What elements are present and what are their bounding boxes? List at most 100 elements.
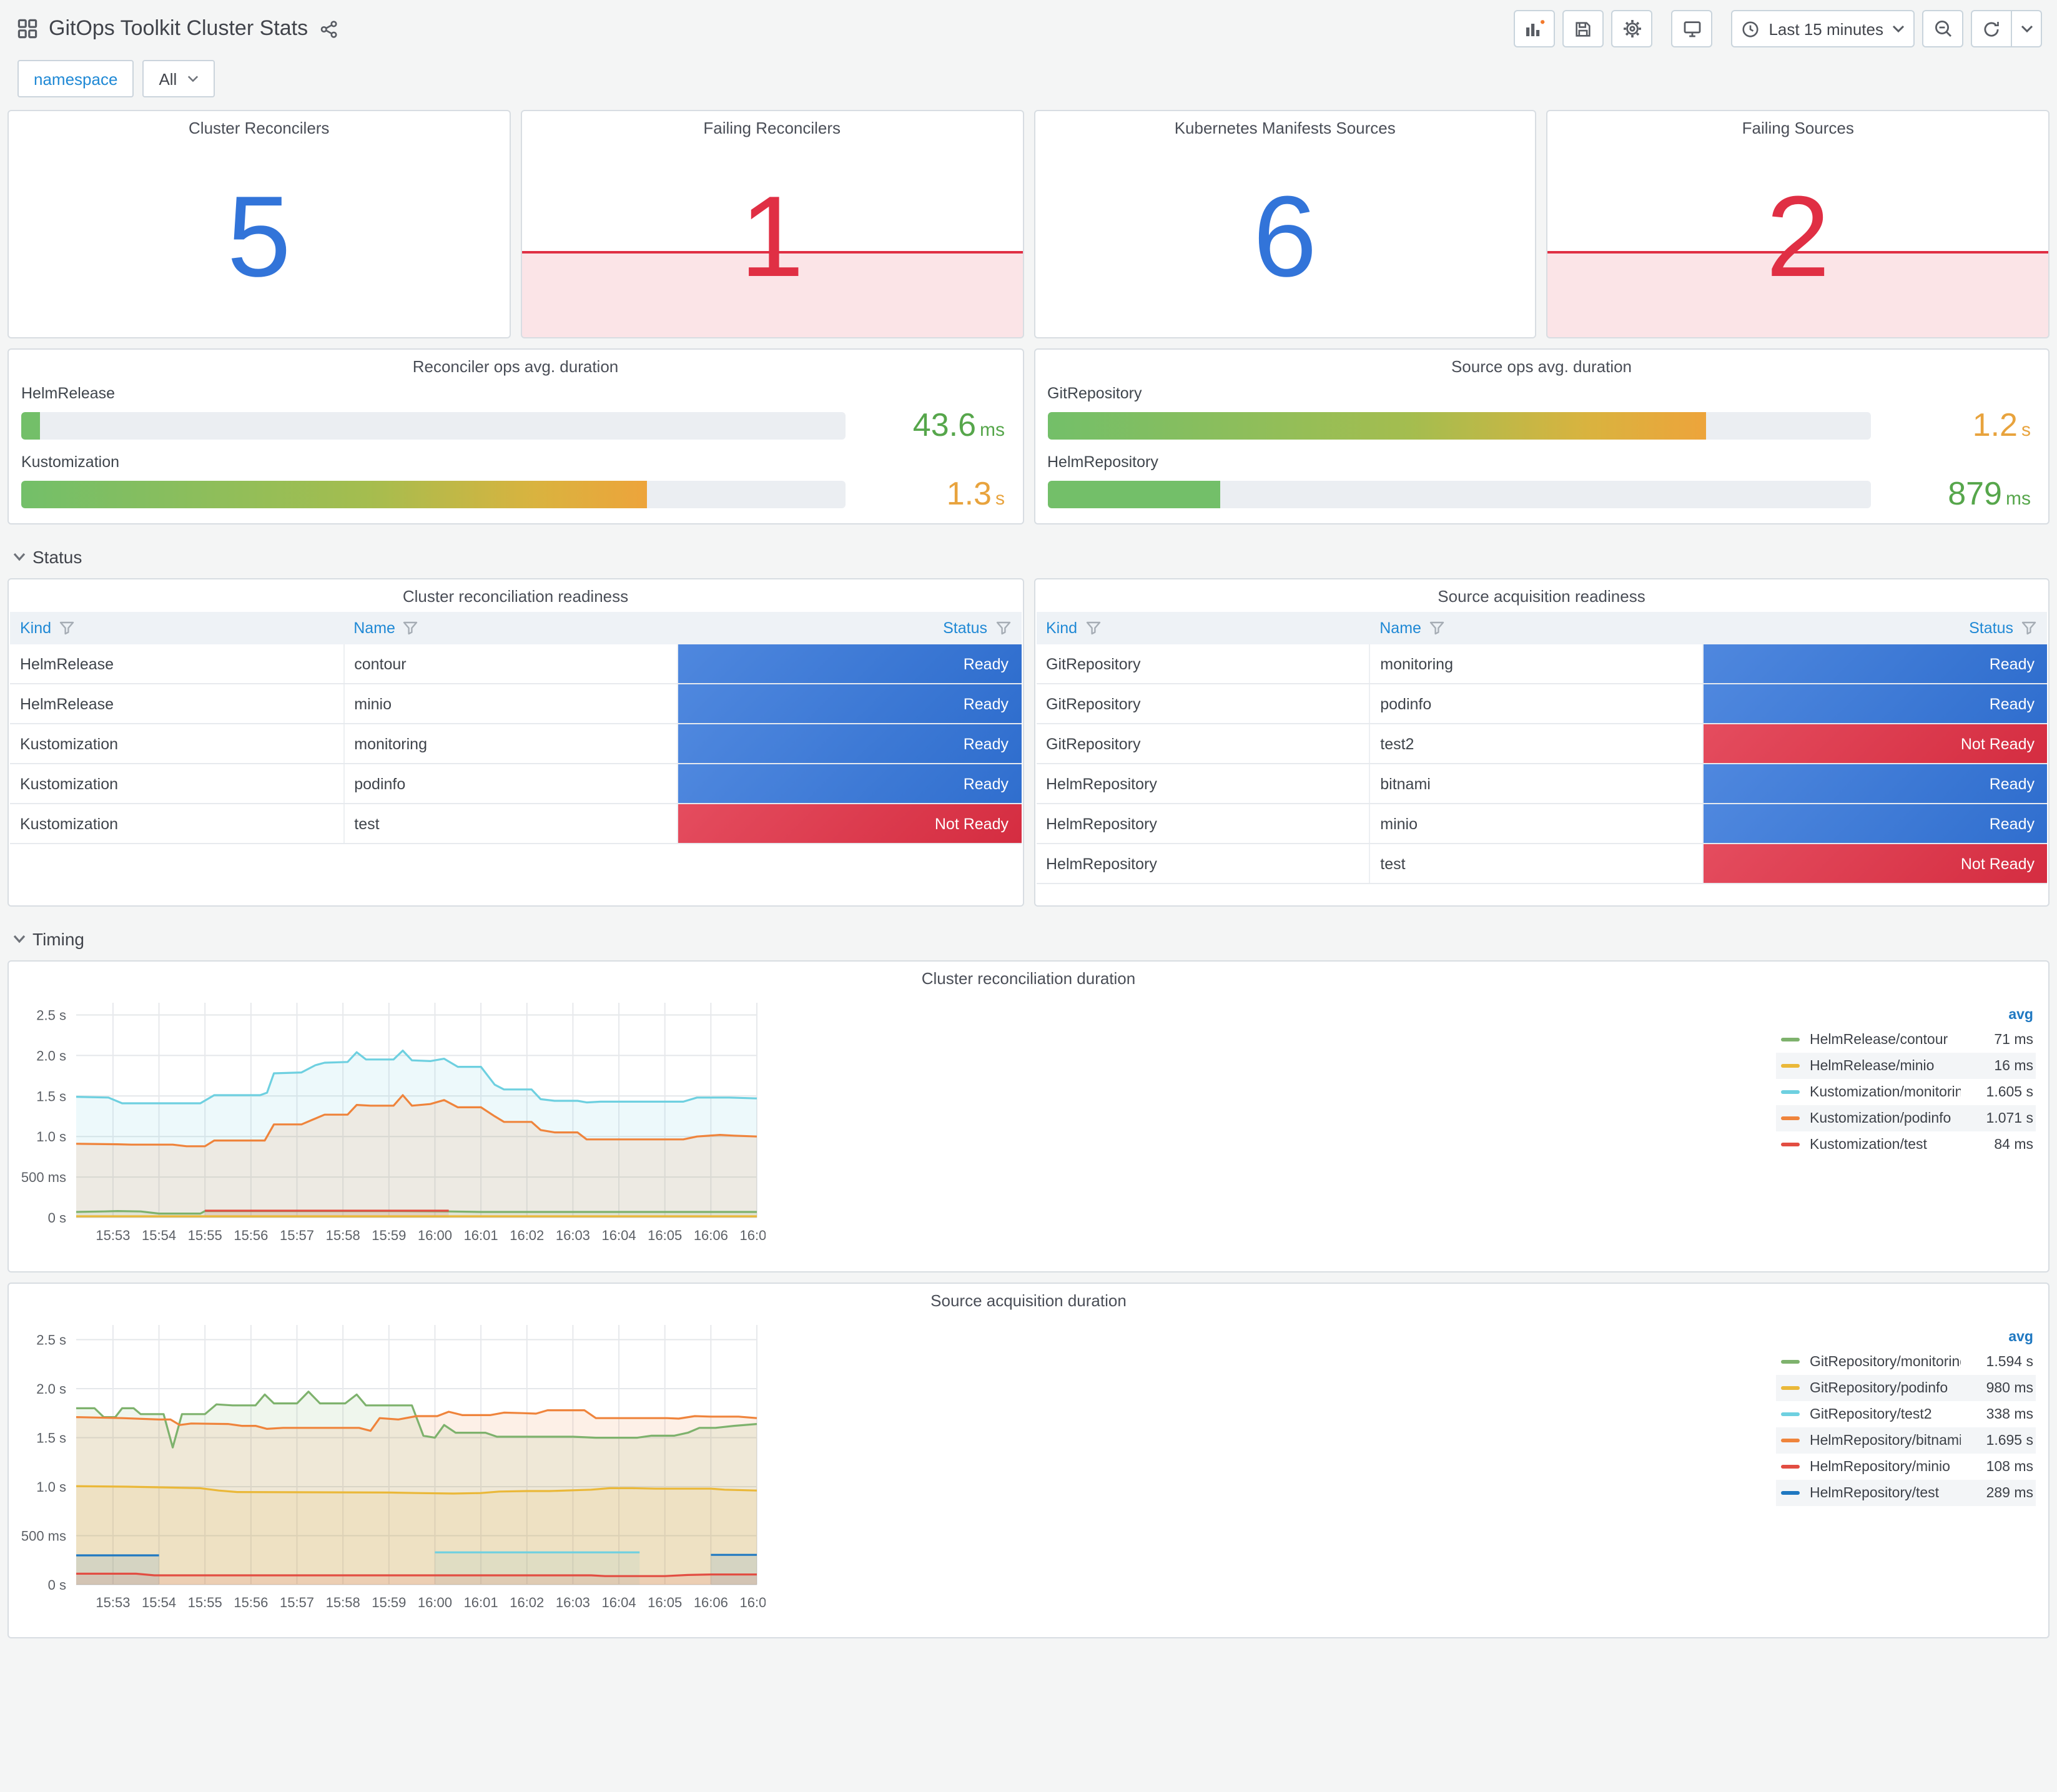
tables-row: Cluster reconciliation readiness Kind Nam… (7, 578, 2050, 907)
stat-value: 2 (1766, 174, 1830, 302)
status-badge: Ready (1704, 764, 2047, 803)
legend-series-mark-icon (1781, 1439, 1800, 1442)
clock-icon (1742, 21, 1759, 37)
table-panel-cluster-readiness: Cluster reconciliation readiness Kind Nam… (7, 578, 1024, 907)
namespace-variable-value[interactable]: All (142, 60, 215, 97)
time-range-label: Last 15 minutes (1768, 19, 1883, 38)
legend-avg-header[interactable]: avg (1776, 1327, 2036, 1349)
legend-series-avg: 338 ms (1986, 1407, 2033, 1422)
save-dashboard-button[interactable] (1562, 10, 1604, 47)
cycle-view-button[interactable] (1671, 10, 1713, 47)
legend-series-name[interactable]: Kustomization/monitoring (1810, 1085, 1961, 1100)
svg-text:16:06: 16:06 (694, 1595, 728, 1610)
column-header-kind[interactable]: Kind (10, 612, 344, 644)
add-panel-button[interactable] (1514, 10, 1556, 47)
panel-title[interactable]: Source acquisition readiness (1036, 579, 2047, 606)
cell-name: test (1369, 844, 1704, 884)
svg-text:15:54: 15:54 (142, 1228, 176, 1243)
column-header-status[interactable]: Status (677, 612, 1021, 644)
column-header-kind[interactable]: Kind (1036, 612, 1370, 644)
section-header-status[interactable]: Status (7, 534, 2050, 578)
svg-text:16:02: 16:02 (510, 1595, 544, 1610)
svg-text:16:07: 16:07 (739, 1595, 766, 1610)
cell-kind: HelmRepository (1036, 764, 1371, 804)
panel-title[interactable]: Cluster reconciliation duration (16, 962, 2041, 988)
stat-panel-cluster-reconcilers: Cluster Reconcilers 5 (7, 110, 511, 338)
table-row: Kustomization test Not Ready (10, 804, 1021, 844)
stat-value: 5 (227, 174, 291, 302)
legend-series-avg: 289 ms (1986, 1485, 2033, 1500)
legend-avg-header[interactable]: avg (1776, 1005, 2036, 1026)
legend-series-name[interactable]: Kustomization/podinfo (1810, 1111, 1961, 1126)
panel-title[interactable]: Source ops avg. duration (1047, 350, 2036, 376)
apps-grid-icon[interactable] (17, 19, 37, 39)
column-header-name[interactable]: Name (343, 612, 678, 644)
legend-series-name[interactable]: HelmRepository/minio (1810, 1459, 1961, 1474)
cell-kind: GitRepository (1036, 724, 1371, 764)
legend-series-name[interactable]: HelmRepository/test (1810, 1485, 1961, 1500)
cell-status: Ready (677, 684, 1021, 724)
filter-funnel-icon[interactable] (403, 621, 419, 636)
filter-funnel-icon[interactable] (995, 621, 1011, 636)
cell-name: test (343, 804, 678, 844)
panel-title[interactable]: Reconciler ops avg. duration (21, 350, 1010, 376)
legend-series-mark-icon (1781, 1386, 1800, 1390)
panel-title[interactable]: Cluster reconciliation readiness (10, 579, 1021, 606)
svg-text:2.0 s: 2.0 s (36, 1048, 66, 1063)
filter-funnel-icon[interactable] (1085, 621, 1101, 636)
cell-kind: HelmRelease (10, 684, 345, 724)
cell-status: Not Ready (1703, 724, 2047, 764)
section-header-timing[interactable]: Timing (7, 917, 2050, 960)
dashboard-settings-button[interactable] (1611, 10, 1653, 47)
svg-text:1.0 s: 1.0 s (36, 1129, 66, 1145)
share-icon[interactable] (319, 19, 338, 38)
refresh-button[interactable] (1971, 10, 2012, 47)
svg-text:16:03: 16:03 (556, 1228, 590, 1243)
panel-title[interactable]: Kubernetes Manifests Sources (1035, 111, 1536, 137)
legend-series-name[interactable]: GitRepository/test2 (1810, 1407, 1961, 1422)
legend-series-name[interactable]: GitRepository/monitoring (1810, 1354, 1961, 1369)
chevron-down-icon (13, 935, 26, 943)
column-header-status[interactable]: Status (1703, 612, 2047, 644)
legend-series-name[interactable]: HelmRelease/minio (1810, 1058, 1961, 1073)
filter-funnel-icon[interactable] (1429, 621, 1445, 636)
filter-funnel-icon[interactable] (2021, 621, 2037, 636)
gauge-fill (21, 480, 648, 508)
time-series-plot[interactable]: 0 s 500 ms 1.0 s 1.5 s 2.0 s 2.5 s 15:53 15:54 1… (16, 1310, 1776, 1620)
legend-series-name[interactable]: GitRepository/podinfo (1810, 1381, 1961, 1396)
panel-title[interactable]: Cluster Reconcilers (9, 111, 510, 137)
svg-text:15:55: 15:55 (188, 1228, 222, 1243)
filter-funnel-icon[interactable] (59, 621, 75, 636)
namespace-variable-label[interactable]: namespace (17, 60, 134, 97)
svg-text:16:05: 16:05 (648, 1228, 682, 1243)
cell-kind: HelmRelease (10, 644, 345, 684)
svg-text:15:56: 15:56 (234, 1595, 268, 1610)
gauge-track (1047, 411, 1871, 439)
svg-text:16:03: 16:03 (556, 1595, 590, 1610)
panel-title[interactable]: Source acquisition duration (16, 1284, 2041, 1310)
caret-down-icon (2020, 25, 2033, 32)
legend-series-name[interactable]: Kustomization/test (1810, 1137, 1961, 1152)
legend-row: GitRepository/test2 338 ms (1776, 1401, 2036, 1427)
legend-row: HelmRepository/minio 108 ms (1776, 1454, 2036, 1480)
zoom-out-button[interactable] (1922, 10, 1963, 47)
svg-text:15:59: 15:59 (372, 1228, 406, 1243)
legend-series-mark-icon (1781, 1360, 1800, 1364)
column-header-name[interactable]: Name (1369, 612, 1704, 644)
cell-name: bitnami (1369, 764, 1704, 804)
time-range-picker[interactable]: Last 15 minutes (1731, 10, 1915, 47)
panel-title[interactable]: Failing Reconcilers (522, 111, 1023, 137)
dashboard-title[interactable]: GitOps Toolkit Cluster Stats (49, 16, 308, 41)
time-series-plot[interactable]: 0 s 500 ms 1.0 s 1.5 s 2.0 s 2.5 s 15:53 15:54 1… (16, 988, 1776, 1253)
refresh-interval-caret[interactable] (2012, 10, 2042, 47)
legend-series-name[interactable]: HelmRepository/bitnami (1810, 1433, 1961, 1448)
svg-text:2.0 s: 2.0 s (36, 1381, 66, 1397)
svg-text:16:04: 16:04 (602, 1228, 636, 1243)
gauge-fill (21, 411, 39, 439)
table-row: GitRepository test2 Not Ready (1036, 724, 2047, 764)
svg-text:16:00: 16:00 (418, 1595, 452, 1610)
cell-status: Ready (677, 644, 1021, 684)
panel-title[interactable]: Failing Sources (1548, 111, 2049, 137)
legend-series-name[interactable]: HelmRelease/contour (1810, 1032, 1961, 1047)
readiness-table: Kind Name Status HelmRelease contour Ready Hel… (10, 612, 1021, 844)
